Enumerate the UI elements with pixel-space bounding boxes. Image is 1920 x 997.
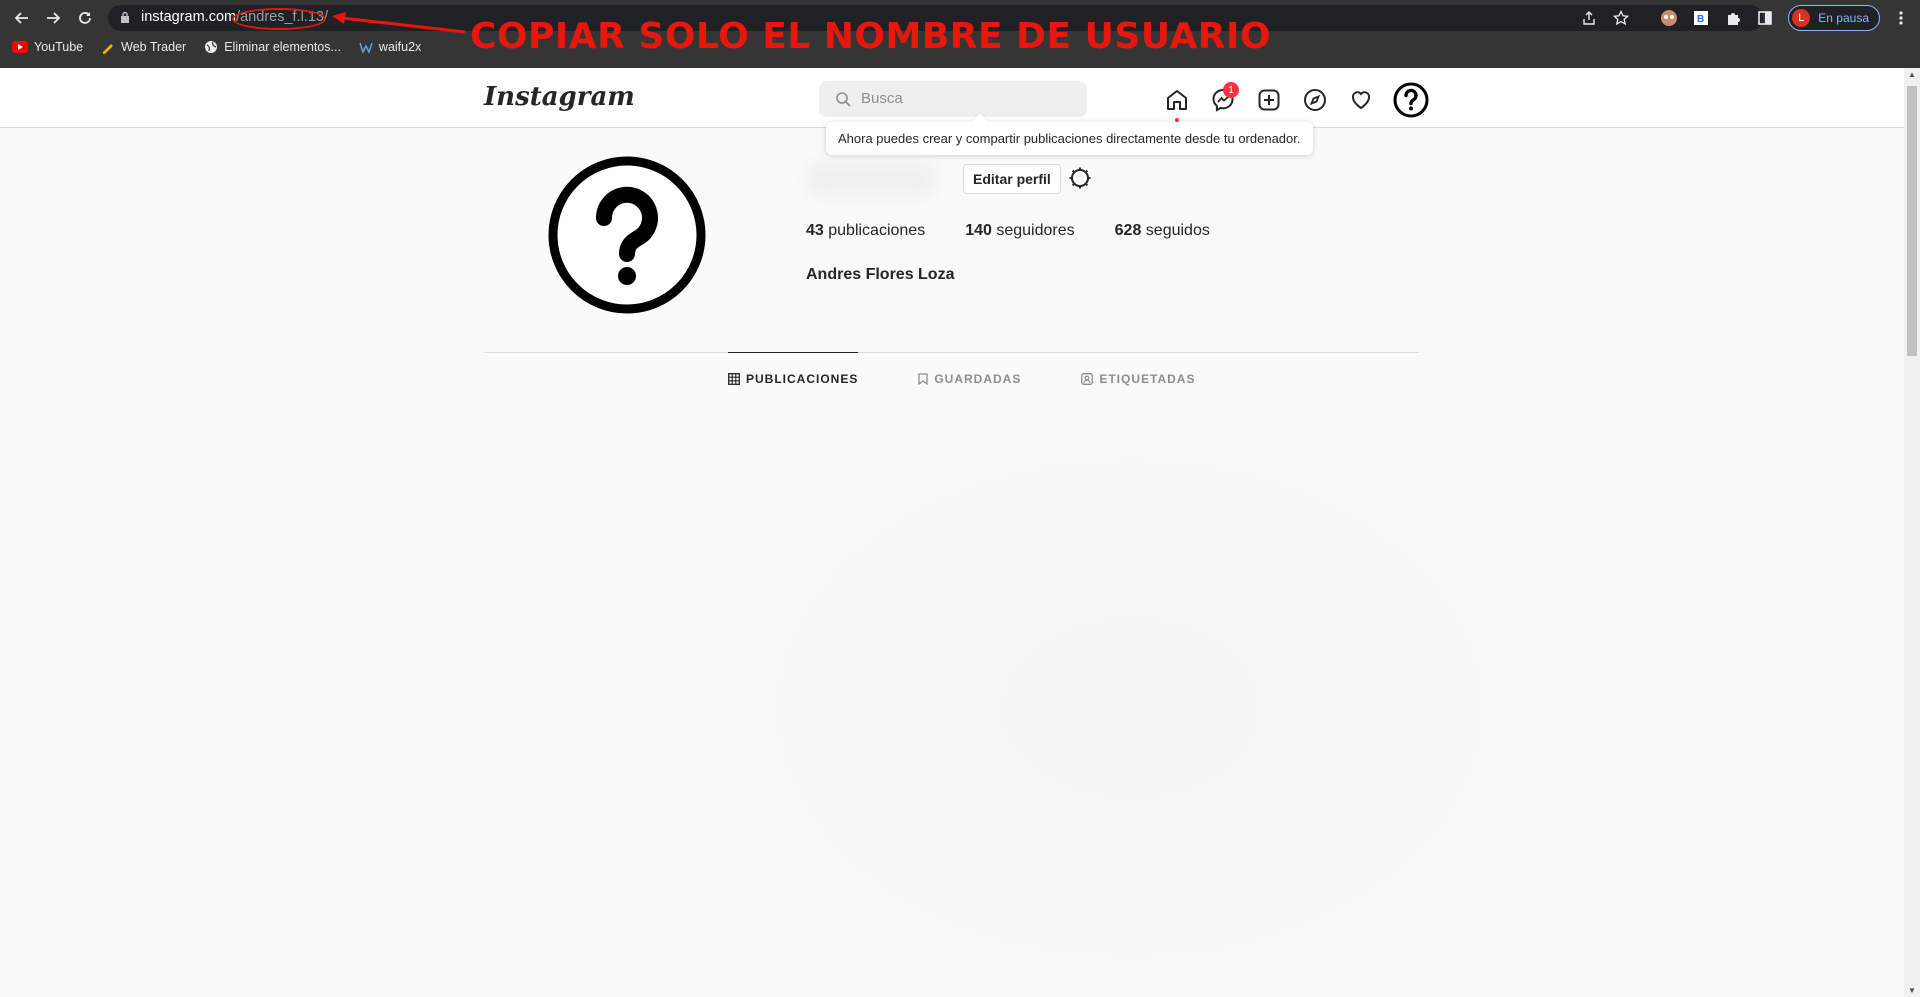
youtube-icon xyxy=(12,41,28,53)
new-post-button[interactable] xyxy=(1255,86,1283,114)
forward-arrow-icon xyxy=(47,12,61,24)
profile-full-name: Andres Flores Loza xyxy=(806,266,955,283)
annotation-arrow xyxy=(332,12,466,34)
bookmark-label: YouTube xyxy=(34,40,84,54)
extension-face-icon xyxy=(1661,10,1678,26)
bookmark-label: Eliminar elementos... xyxy=(224,40,341,54)
username-highlight-ring xyxy=(232,8,326,30)
reload-icon xyxy=(79,12,91,24)
explore-icon xyxy=(1304,89,1326,111)
w-icon xyxy=(359,42,373,54)
tagged-icon xyxy=(1081,373,1094,385)
share-icon xyxy=(1583,11,1595,25)
browser-chrome: instagram.com/andres_f.l.13/ B L En paus… xyxy=(0,0,1920,68)
profile-menu-button[interactable] xyxy=(1393,82,1429,118)
svg-text:B: B xyxy=(1697,14,1704,25)
posts-stat: 43 publicaciones xyxy=(806,222,925,240)
extension-b-icon: B xyxy=(1694,11,1709,25)
annotation-text: COPIAR SOLO EL NOMBRE DE USUARIO xyxy=(470,16,1272,57)
edit-profile-button[interactable]: Editar perfil xyxy=(963,164,1061,194)
bookmark-waifu2x[interactable]: waifu2x xyxy=(359,40,421,54)
tab-label: PUBLICACIONES xyxy=(746,371,859,386)
scroll-down-arrow-icon[interactable]: ▼ xyxy=(1908,986,1916,995)
scroll-thumb[interactable] xyxy=(1907,86,1917,356)
extension-face-button[interactable] xyxy=(1658,7,1680,29)
tab-guardadas[interactable]: GUARDADAS xyxy=(918,353,1021,405)
reload-button[interactable] xyxy=(73,6,97,30)
messenger-button[interactable]: 1 xyxy=(1209,82,1239,114)
following-label: seguidos xyxy=(1145,222,1210,239)
followers-stat[interactable]: 140 seguidores xyxy=(965,222,1074,240)
extension-b-button[interactable]: B xyxy=(1690,7,1712,29)
new-post-icon xyxy=(1258,89,1280,111)
profile-tabs: PUBLICACIONES GUARDADAS ETIQUETADAS xyxy=(728,352,1195,405)
star-icon xyxy=(1613,10,1630,26)
bookmark-label: Web Trader xyxy=(121,40,187,54)
tab-publicaciones[interactable]: PUBLICACIONES xyxy=(728,352,859,404)
profile-avatar: L xyxy=(1792,9,1811,27)
grid-icon xyxy=(728,372,740,385)
tab-label: GUARDADAS xyxy=(934,372,1022,386)
side-panel-icon xyxy=(1758,11,1773,25)
search-icon xyxy=(836,92,851,107)
profile-button[interactable]: L En pausa xyxy=(1788,5,1880,31)
search-input[interactable]: Busca xyxy=(819,81,1087,117)
followers-label: seguidores xyxy=(996,222,1075,239)
back-arrow-icon xyxy=(14,12,28,24)
username-blurred xyxy=(806,162,936,196)
profile-status: En pausa xyxy=(1818,11,1869,25)
lock-icon xyxy=(121,11,129,23)
back-button[interactable] xyxy=(10,6,34,30)
pen-icon xyxy=(103,44,114,54)
posts-count: 43 xyxy=(806,222,824,239)
tab-label: ETIQUETADAS xyxy=(1099,372,1196,386)
bookmark-youtube[interactable]: YouTube xyxy=(12,40,83,54)
menu-button[interactable] xyxy=(1890,7,1912,29)
bookmark-label: waifu2x xyxy=(378,40,422,54)
instagram-logo[interactable]: Instagram xyxy=(484,82,635,112)
activity-button[interactable] xyxy=(1347,86,1375,114)
profile-avatar-help-icon[interactable] xyxy=(548,156,706,314)
bookmark-web-trader[interactable]: Web Trader xyxy=(101,40,186,54)
profile-stats: 43 publicaciones 140 seguidores 628 segu… xyxy=(806,222,1210,240)
page-scrollbar[interactable]: ▲ ▼ xyxy=(1904,68,1920,997)
posts-label: publicaciones xyxy=(828,222,926,239)
create-post-tooltip: Ahora puedes crear y compartir publicaci… xyxy=(826,122,1313,155)
bookmark-icon xyxy=(918,373,928,385)
loading-placeholder xyxy=(720,420,1540,997)
instagram-nav: 1 xyxy=(1163,82,1429,122)
share-button[interactable] xyxy=(1578,7,1600,29)
side-panel-button[interactable] xyxy=(1754,7,1776,29)
settings-gear-icon[interactable] xyxy=(1068,166,1092,190)
toolbar-right: B L En pausa xyxy=(1568,5,1920,31)
home-button[interactable] xyxy=(1163,86,1191,122)
bookmarks-bar: YouTube Web Trader Eliminar elementos...… xyxy=(12,40,421,54)
extensions-button[interactable] xyxy=(1722,7,1744,29)
following-stat[interactable]: 628 seguidos xyxy=(1115,222,1210,240)
scroll-up-arrow-icon[interactable]: ▲ xyxy=(1908,70,1916,79)
forward-button[interactable] xyxy=(41,6,65,30)
search-placeholder: Busca xyxy=(861,90,903,107)
explore-button[interactable] xyxy=(1301,86,1329,114)
puzzle-icon xyxy=(1728,13,1741,25)
globe-icon xyxy=(205,41,218,53)
activity-heart-icon xyxy=(1351,91,1371,110)
bookmark-eliminar[interactable]: Eliminar elementos... xyxy=(204,40,341,54)
home-icon xyxy=(1167,90,1187,110)
bookmark-star-button[interactable] xyxy=(1610,7,1632,29)
kebab-menu-icon xyxy=(1899,11,1903,25)
tab-etiquetadas[interactable]: ETIQUETADAS xyxy=(1081,353,1195,405)
url-host: instagram.com xyxy=(141,9,237,25)
followers-count: 140 xyxy=(965,222,992,239)
instagram-header: Instagram Busca 1 xyxy=(0,68,1904,128)
messages-badge: 1 xyxy=(1223,82,1239,98)
following-count: 628 xyxy=(1114,222,1142,239)
profile-help-icon xyxy=(1393,82,1429,118)
